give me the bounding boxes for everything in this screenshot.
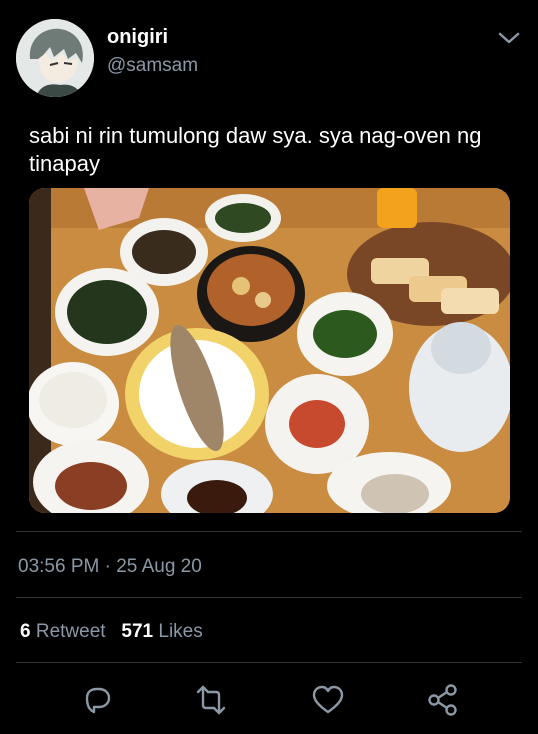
likes-label: Likes <box>158 621 203 642</box>
retweet-stat[interactable]: 6 Retweet <box>20 621 111 642</box>
reply-icon <box>85 687 111 714</box>
divider <box>16 662 522 663</box>
likes-count: 571 <box>121 621 154 642</box>
tweet-timestamp[interactable]: 03:56 PM · 25 Aug 20 <box>18 556 202 578</box>
divider <box>16 597 522 598</box>
chevron-down-icon[interactable] <box>496 28 522 48</box>
retweet-count: 6 <box>20 621 31 642</box>
likes-stat[interactable]: 571 Likes <box>121 621 202 642</box>
reply-button[interactable] <box>79 683 113 717</box>
share-button[interactable] <box>426 683 460 717</box>
tweet-stats: 6 Retweet 571 Likes <box>20 621 203 643</box>
retweet-label: Retweet <box>35 621 106 642</box>
retweet-button[interactable] <box>194 683 228 717</box>
tweet-photo[interactable] <box>29 188 510 513</box>
share-icon <box>428 684 457 716</box>
heart-icon <box>312 685 344 714</box>
retweet-icon <box>196 685 226 715</box>
display-name[interactable]: onigiri <box>107 26 168 49</box>
divider <box>16 531 522 532</box>
avatar[interactable] <box>16 19 94 97</box>
like-button[interactable] <box>311 683 345 717</box>
avatar-image <box>16 19 94 97</box>
tweet-text: sabi ni rin tumulong daw sya. sya nag-ov… <box>29 123 482 176</box>
user-handle[interactable]: @samsam <box>107 55 198 77</box>
